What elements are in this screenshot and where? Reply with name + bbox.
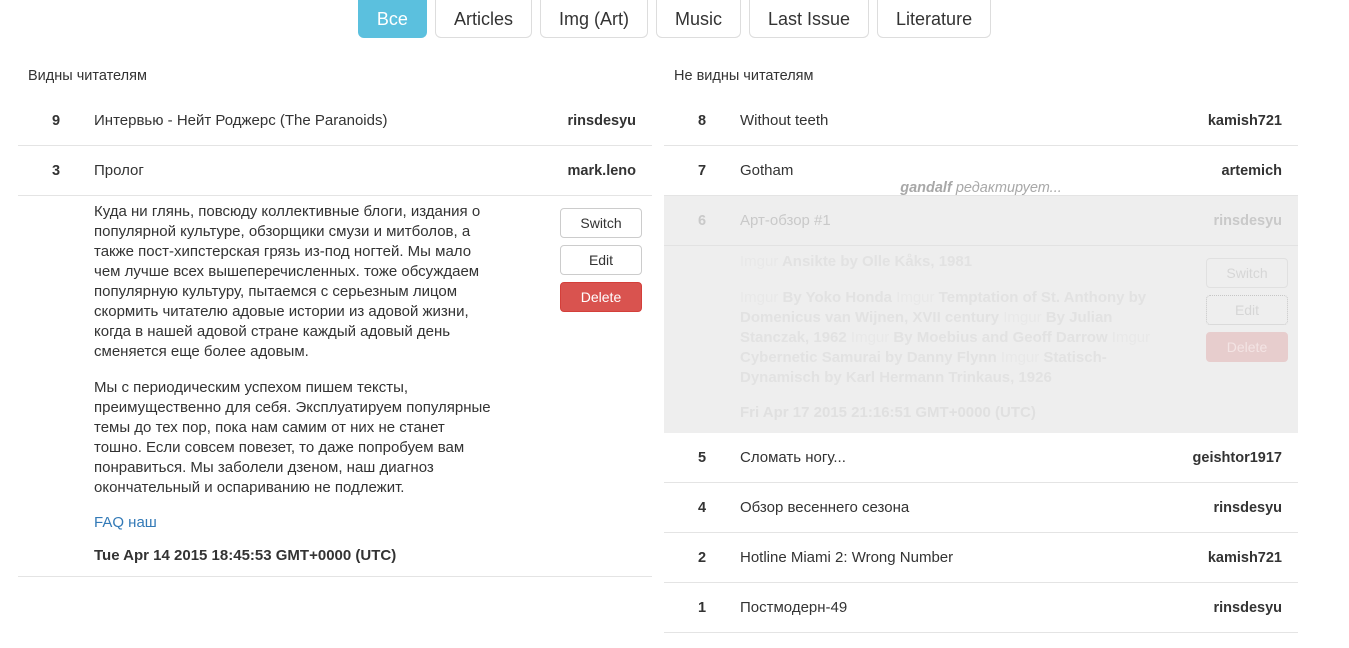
tab-last-issue[interactable]: Last Issue (748, 0, 870, 38)
row-number: 7 (697, 162, 707, 179)
row-author: mark.leno (567, 162, 637, 179)
edit-button[interactable]: Edit (560, 245, 642, 275)
tab-label: Literature (896, 8, 973, 29)
tab-label: Articles (453, 8, 513, 29)
row-title: Постмодерн-49 (740, 599, 848, 616)
columns-container: Видны читателям 9 Интервью - Нейт Роджер… (0, 68, 1349, 633)
body-indent-spacer (674, 252, 740, 421)
row-number: 8 (697, 112, 707, 129)
imgur-label: Imgur (896, 289, 935, 306)
tab-label: Last Issue (767, 8, 851, 29)
visible-to-readers-column: Видны читателям 9 Интервью - Нейт Роджер… (18, 68, 652, 577)
imgur-label: Imgur (1000, 349, 1040, 366)
row-author: rinsdesyu (1213, 499, 1283, 516)
row-number: 3 (51, 162, 61, 179)
tab-bar: Все Articles Img (Art) Music Last Issue … (0, 0, 1349, 40)
locked-post-date: Fri Apr 17 2015 21:16:51 GMT+0000 (UTC) (740, 404, 1036, 421)
tab-literature[interactable]: Literature (877, 0, 992, 38)
locked-line1-text: Ansikte by Olle Kåks, 1981 (781, 253, 973, 270)
row-author: artemich (1221, 162, 1282, 179)
post-paragraph-2: Мы с периодическим успехом пишем тексты,… (94, 379, 491, 496)
hidden-from-readers-column: Не видны читателям 8 Without teeth kamis… (664, 68, 1298, 633)
delete-button[interactable]: Delete (560, 282, 642, 312)
locked-part-text: Cybernetic Samurai by Danny Flynn (740, 349, 1001, 366)
tab-label: Music (674, 8, 722, 29)
row-title: Интервью - Нейт Роджерс (The Paranoids) (94, 112, 388, 129)
table-row[interactable]: 1 Постмодерн-49 rinsdesyu (664, 583, 1298, 633)
table-row[interactable]: 3 Пролог mark.leno (18, 146, 652, 196)
table-row[interactable]: 4 Обзор весеннего сезона rinsdesyu (664, 483, 1298, 533)
tab-img-art[interactable]: Img (Art) (539, 0, 648, 38)
column-heading-visible: Видны читателям (28, 68, 147, 84)
post-action-buttons: Switch Edit Delete (560, 202, 642, 564)
locked-text-content: Imgur Ansikte by Olle Kåks, 1981 Imgur B… (740, 252, 1206, 421)
row-title: Обзор весеннего сезона (740, 499, 910, 516)
locked-editing-panel: gandalf редактирует... 6 Арт-обзор #1 ri… (664, 180, 1298, 433)
locked-part-text: By Yoko Honda (782, 289, 897, 306)
locked-paragraph-1: Imgur Ansikte by Olle Kåks, 1981 (740, 252, 1160, 272)
row-author: rinsdesyu (1213, 599, 1283, 616)
imgur-label: Imgur (1003, 309, 1042, 326)
tab-label: Img (Art) (558, 8, 629, 29)
row-number: 6 (697, 212, 707, 229)
imgur-label: Imgur (850, 329, 890, 346)
row-number: 9 (51, 112, 61, 129)
switch-button-disabled: Switch (1206, 258, 1288, 288)
row-title: Gotham (740, 162, 794, 179)
row-title: Hotline Miami 2: Wrong Number (740, 549, 954, 566)
row-title: Without teeth (740, 112, 829, 129)
table-row[interactable]: 2 Hotline Miami 2: Wrong Number kamish72… (664, 533, 1298, 583)
table-row[interactable]: 8 Without teeth kamish721 (664, 96, 1298, 146)
table-row[interactable]: 9 Интервью - Нейт Роджерс (The Paranoids… (18, 96, 652, 146)
row-author: kamish721 (1207, 549, 1282, 566)
row-number: 1 (697, 599, 707, 616)
post-paragraph-1: Куда ни глянь, повсюду коллективные блог… (94, 203, 481, 360)
locked-action-buttons: Switch Edit Delete (1206, 252, 1288, 421)
row-title: Пролог (94, 162, 144, 179)
tab-label: Все (376, 8, 408, 29)
column-heading-hidden: Не видны читателям (674, 68, 814, 84)
locked-paragraph-2: Imgur By Yoko Honda Imgur Temptation of … (740, 288, 1160, 388)
imgur-label: Imgur (740, 289, 779, 306)
row-author: rinsdesyu (1213, 212, 1283, 229)
table-row[interactable]: 7 Gotham artemich (664, 146, 1298, 196)
row-author: kamish721 (1207, 112, 1282, 129)
locked-post-body: Imgur Ansikte by Olle Kåks, 1981 Imgur B… (664, 246, 1298, 433)
locked-part-text: By Moebius and Geoff Darrow (893, 329, 1112, 346)
row-number: 4 (697, 499, 707, 516)
row-author: geishtor1917 (1192, 449, 1282, 466)
row-title: Арт-обзор #1 (740, 212, 831, 229)
row-title: Сломать ногу... (740, 449, 846, 466)
table-row[interactable]: 5 Сломать ногу... geishtor1917 (664, 433, 1298, 483)
row-number: 2 (697, 549, 707, 566)
switch-button[interactable]: Switch (560, 208, 642, 238)
tab-articles[interactable]: Articles (434, 0, 532, 38)
row-number: 5 (697, 449, 707, 466)
imgur-label: Imgur (1111, 329, 1151, 346)
expanded-post-body: Куда ни глянь, повсюду коллективные блог… (18, 196, 652, 577)
table-row-locked: gandalf редактирует... 6 Арт-обзор #1 ri… (664, 180, 1298, 246)
post-date: Tue Apr 14 2015 18:45:53 GMT+0000 (UTC) (94, 547, 397, 564)
edit-button-disabled: Edit (1206, 295, 1288, 325)
row-author: rinsdesyu (567, 112, 637, 129)
body-indent-spacer (28, 202, 94, 564)
imgur-label: Imgur (740, 253, 779, 270)
post-text-content: Куда ни глянь, повсюду коллективные блог… (94, 202, 560, 564)
faq-link[interactable]: FAQ наш (94, 514, 157, 531)
delete-button-disabled: Delete (1206, 332, 1288, 362)
tab-vse[interactable]: Все (357, 0, 427, 38)
tab-music[interactable]: Music (655, 0, 741, 38)
